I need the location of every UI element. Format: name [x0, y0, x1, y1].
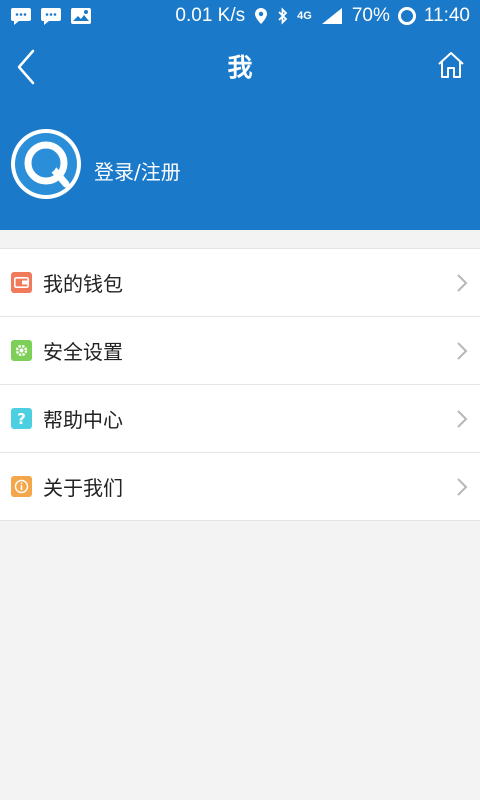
profile-header: 我 登录/注册 [0, 32, 480, 230]
q-logo-icon [11, 129, 81, 199]
chevron-right-icon [457, 274, 468, 292]
chevron-right-icon [457, 478, 468, 496]
info-icon [11, 476, 32, 497]
location-icon [255, 8, 268, 24]
home-icon [438, 52, 464, 78]
chat-bubble-icon [11, 8, 31, 25]
gear-icon [11, 340, 32, 361]
network-type: 4G [297, 10, 312, 22]
battery-icon [397, 7, 416, 25]
menu-item-about[interactable]: 关于我们 [0, 452, 480, 520]
menu-list: 我的钱包 安全设置 ? 帮助中心 关于我们 [0, 248, 480, 521]
home-button[interactable] [430, 44, 472, 86]
bluetooth-icon [278, 7, 288, 25]
menu-item-security[interactable]: 安全设置 [0, 316, 480, 384]
menu-item-wallet[interactable]: 我的钱包 [0, 249, 480, 316]
menu-item-label: 帮助中心 [43, 408, 123, 432]
menu-item-help[interactable]: ? 帮助中心 [0, 384, 480, 452]
menu-item-label: 关于我们 [43, 476, 123, 500]
help-icon: ? [11, 408, 32, 429]
signal-icon [321, 8, 342, 24]
chevron-right-icon [457, 410, 468, 428]
page-title: 我 [227, 53, 253, 82]
login-register-link[interactable]: 登录/注册 [94, 156, 181, 185]
menu-item-label: 安全设置 [43, 340, 123, 364]
wallet-icon [11, 272, 32, 293]
menu-item-label: 我的钱包 [43, 272, 123, 296]
net-speed: 0.01 K/s [175, 5, 246, 26]
notification-icons [0, 7, 92, 25]
avatar[interactable] [10, 128, 82, 200]
battery-percent: 70% [351, 5, 390, 26]
image-notification-icon [71, 8, 91, 24]
chevron-right-icon [457, 342, 468, 360]
status-indicators: 0.01 K/s 4G 70% 11:40 [175, 5, 480, 27]
chat-bubble-icon [41, 8, 61, 25]
status-bar: 0.01 K/s 4G 70% 11:40 [0, 0, 480, 32]
clock: 11:40 [423, 5, 470, 26]
